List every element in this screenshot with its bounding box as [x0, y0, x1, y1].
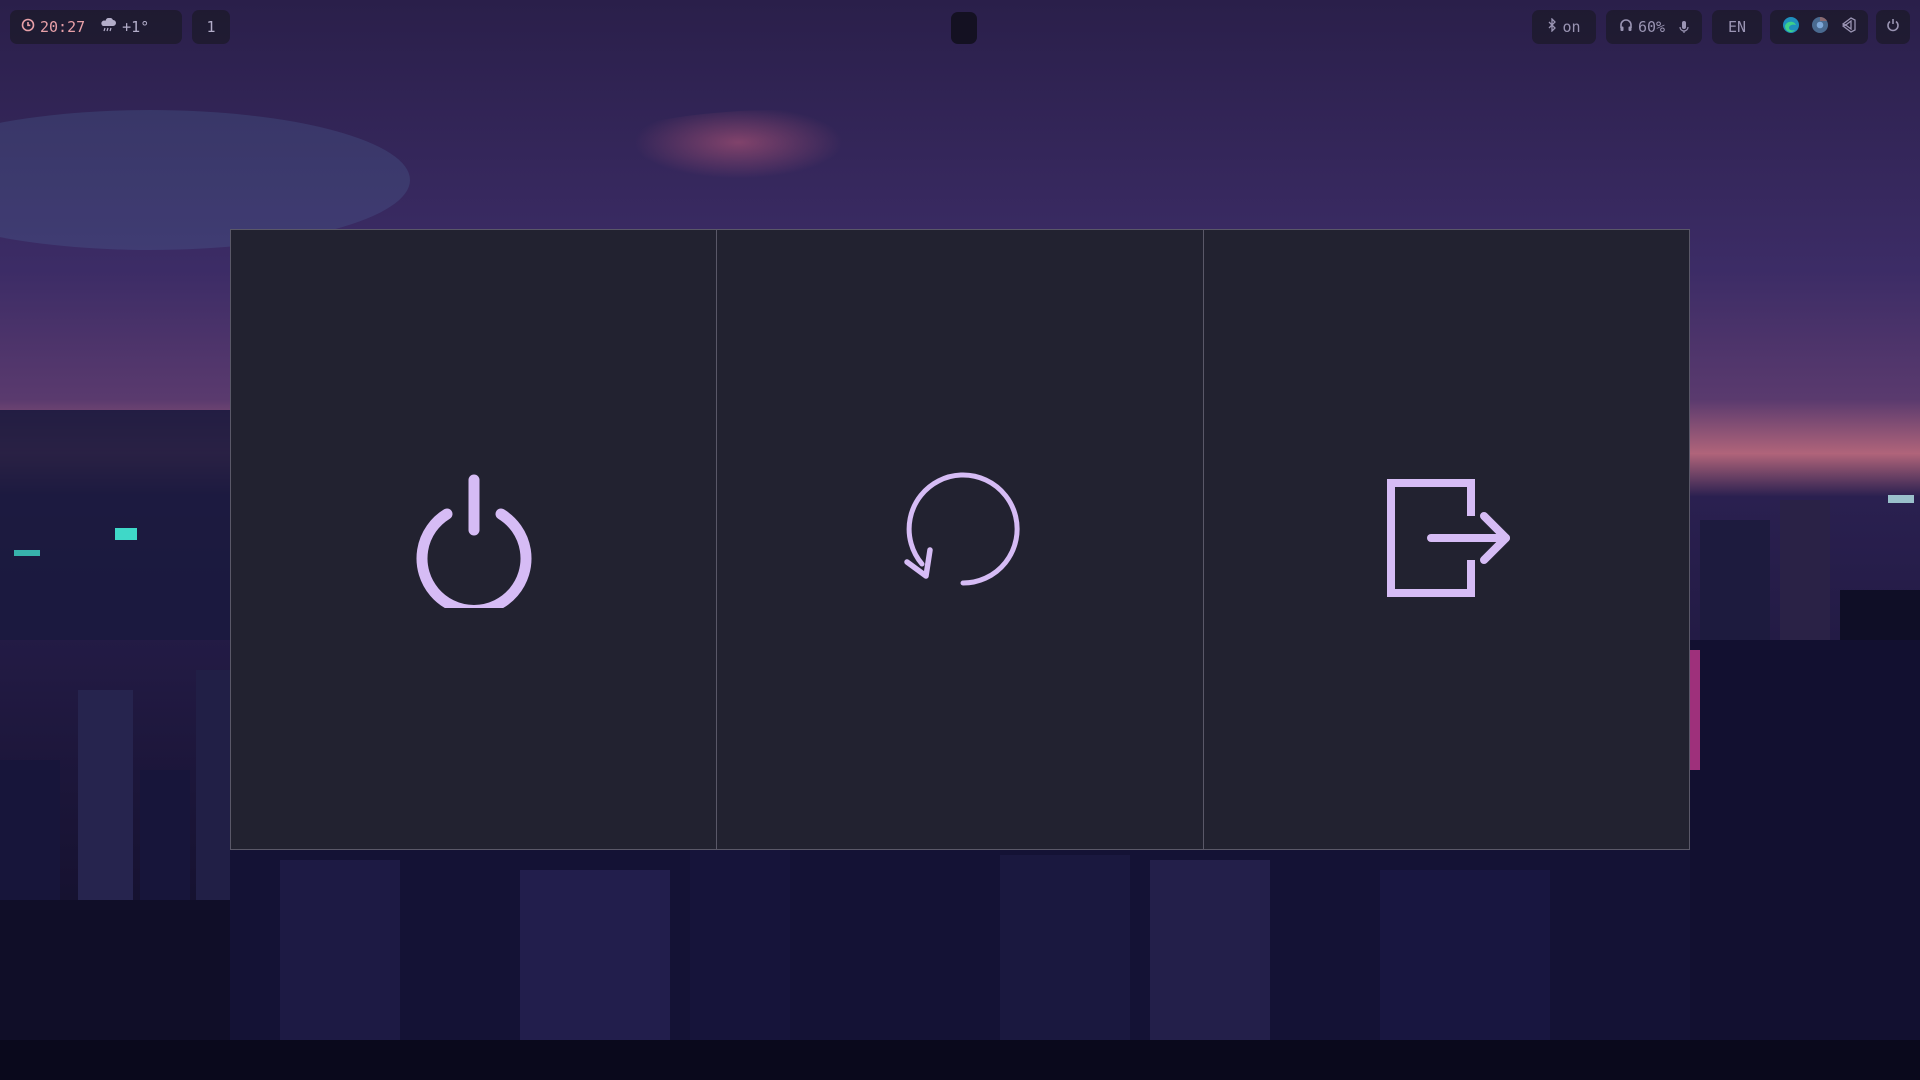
keyboard-layout[interactable]: EN	[1712, 10, 1762, 44]
power-icon	[1886, 18, 1900, 36]
notch-pill	[951, 12, 977, 44]
microphone-icon[interactable]	[1672, 20, 1696, 34]
clock-time: 20:27	[40, 18, 86, 36]
system-tray	[1770, 10, 1868, 44]
workspace-indicator[interactable]: 1	[192, 10, 230, 44]
bluetooth-status-text: on	[1562, 18, 1581, 36]
headphones-icon	[1619, 18, 1633, 36]
cloud-rain-icon	[99, 17, 117, 36]
clock-icon	[21, 18, 35, 36]
power-button[interactable]	[1876, 10, 1910, 44]
vscode-icon[interactable]	[1840, 17, 1856, 37]
audio-widget[interactable]: 60%	[1606, 10, 1702, 44]
shutdown-button[interactable]	[231, 230, 716, 849]
bluetooth-icon	[1547, 17, 1557, 36]
clock-weather-widget[interactable]: 20:27 +1°	[10, 10, 182, 44]
edge-browser-icon[interactable]	[1782, 16, 1800, 38]
power-menu	[230, 229, 1690, 850]
logout-button[interactable]	[1202, 230, 1689, 849]
audio-volume: 60%	[1637, 18, 1666, 36]
chrome-browser-icon[interactable]	[1811, 16, 1829, 38]
bluetooth-status[interactable]: on	[1532, 10, 1596, 44]
workspace-number: 1	[206, 18, 216, 36]
reboot-icon	[890, 468, 1030, 612]
weather[interactable]: +1°	[92, 17, 156, 36]
weather-temperature: +1°	[122, 18, 150, 36]
reboot-button[interactable]	[716, 230, 1202, 849]
clock[interactable]: 20:27	[14, 18, 92, 36]
keyboard-layout-text: EN	[1727, 18, 1747, 36]
logout-icon	[1376, 468, 1516, 612]
shutdown-icon	[404, 468, 544, 616]
